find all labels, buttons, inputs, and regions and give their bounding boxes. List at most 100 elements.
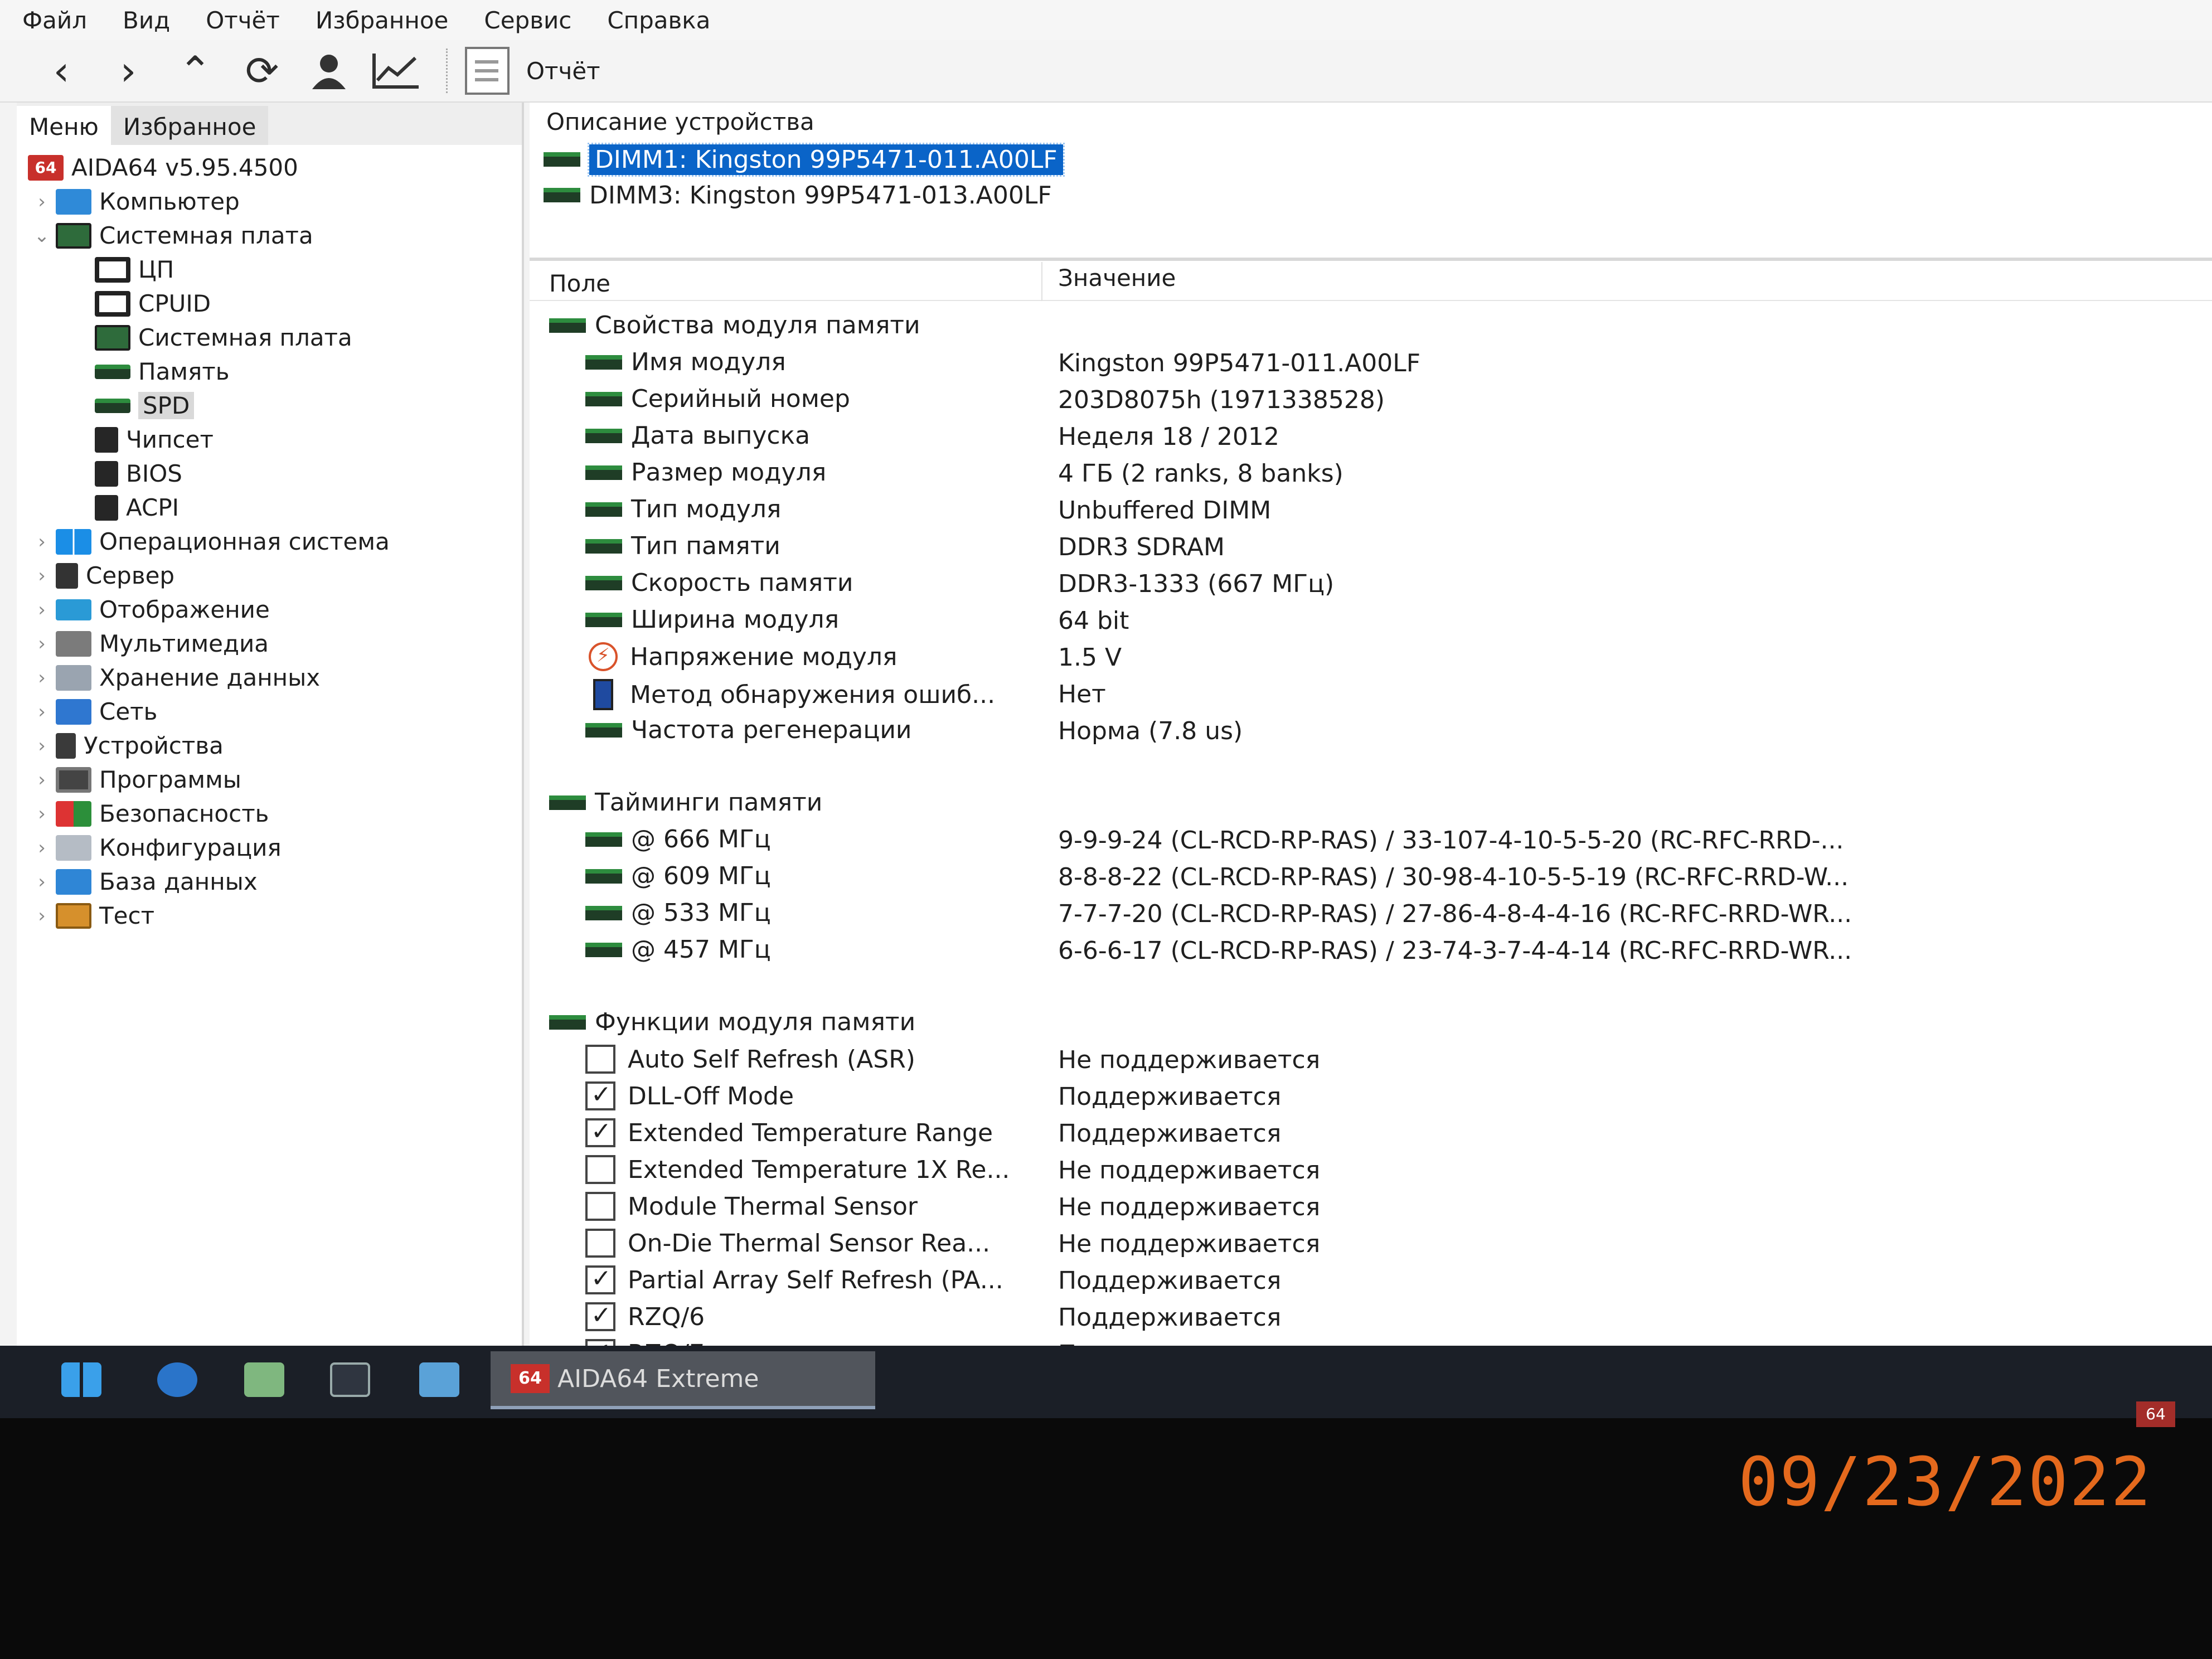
section-header[interactable]: Функции модуля памяти — [530, 1003, 2212, 1040]
user-icon[interactable] — [295, 43, 362, 99]
screen: Файл Вид Отчёт Избранное Сервис Справка … — [0, 0, 2212, 1427]
property-field-label: Тип памяти — [631, 532, 780, 560]
expand-arrow-icon[interactable]: › — [28, 701, 56, 723]
expand-arrow-icon[interactable]: › — [28, 803, 56, 825]
property-row[interactable]: @ 533 МГц 7-7-7-20 (CL-RCD-RP-RAS) / 27-8… — [530, 894, 2212, 931]
tree-item[interactable]: Память — [17, 355, 522, 389]
expand-arrow-icon[interactable]: › — [28, 735, 56, 757]
expand-arrow-icon[interactable]: › — [28, 599, 56, 621]
expand-arrow-icon[interactable]: › — [28, 191, 56, 213]
tree-item[interactable]: › Конфигурация — [17, 831, 522, 865]
property-row[interactable]: Размер модуля 4 ГБ (2 ranks, 8 banks) — [530, 454, 2212, 491]
tree-item[interactable]: › Хранение данных — [17, 661, 522, 695]
device-description-header: Описание устройства — [546, 108, 814, 135]
taskbar-aida64-button[interactable]: 64 AIDA64 Extreme — [491, 1351, 875, 1409]
up-arrow-icon[interactable]: ⌃ — [162, 43, 229, 99]
property-row[interactable]: Метод обнаружения ошиб... Нет — [530, 675, 2212, 711]
chart-icon[interactable] — [362, 43, 429, 99]
property-row[interactable]: @ 457 МГц 6-6-6-17 (CL-RCD-RP-RAS) / 23-7… — [530, 931, 2212, 968]
chip-icon — [95, 256, 130, 283]
property-row[interactable]: Extended Temperature 1X Re... Не поддержи… — [530, 1151, 2212, 1187]
tree-item[interactable]: › Компьютер — [17, 185, 522, 219]
property-row[interactable]: Extended Temperature Range Поддерживается — [530, 1114, 2212, 1151]
property-row[interactable]: Частота регенерации Норма (7.8 us) — [530, 711, 2212, 748]
menu-report[interactable]: Отчёт — [206, 7, 280, 34]
aida64-icon: 64 — [511, 1364, 550, 1393]
menu-file[interactable]: Файл — [22, 7, 87, 34]
tree-item[interactable]: › Безопасность — [17, 797, 522, 831]
expand-arrow-icon[interactable]: › — [28, 531, 56, 553]
column-separator[interactable] — [1041, 262, 1042, 301]
forward-arrow-icon[interactable]: › — [95, 43, 162, 99]
tree-item[interactable]: › Отображение — [17, 593, 522, 627]
tree-item[interactable]: › Операционная система — [17, 525, 522, 559]
property-row[interactable]: Имя модуля Kingston 99P5471-011.A00LF — [530, 343, 2212, 380]
menu-service[interactable]: Сервис — [484, 7, 571, 34]
tree-item[interactable]: BIOS — [17, 457, 522, 491]
tree-item[interactable]: › Сервер — [17, 559, 522, 593]
report-icon[interactable] — [465, 47, 510, 95]
menu-favorites[interactable]: Избранное — [316, 7, 449, 34]
property-row[interactable]: @ 666 МГц 9-9-9-24 (CL-RCD-RP-RAS) / 33-1… — [530, 821, 2212, 857]
tree-item[interactable]: Системная плата — [17, 321, 522, 355]
property-field-label: Имя модуля — [631, 348, 786, 376]
tree-item[interactable]: › Тест — [17, 899, 522, 933]
refresh-icon[interactable]: ⟳ — [229, 43, 295, 99]
tree-item[interactable]: ЦП — [17, 253, 522, 287]
tab-menu[interactable]: Меню — [17, 106, 111, 145]
property-row[interactable]: Скорость памяти DDR3-1333 (667 МГц) — [530, 564, 2212, 601]
property-row[interactable]: Напряжение модуля 1.5 V — [530, 638, 2212, 675]
property-row[interactable]: Auto Self Refresh (ASR) Не поддерживается — [530, 1040, 2212, 1077]
expand-arrow-icon[interactable]: › — [28, 667, 56, 689]
tree-item[interactable]: SPD — [17, 389, 522, 423]
dark-icon — [95, 460, 118, 487]
property-row[interactable]: @ 609 МГц 8-8-8-22 (CL-RCD-RP-RAS) / 30-9… — [530, 857, 2212, 894]
property-row[interactable]: On-Die Thermal Sensor Rea... Не поддержив… — [530, 1224, 2212, 1261]
expand-arrow-icon[interactable]: › — [28, 565, 56, 587]
expand-arrow-icon[interactable]: › — [28, 837, 56, 859]
terminal-icon[interactable] — [330, 1362, 370, 1397]
store-icon[interactable] — [419, 1362, 459, 1397]
expand-arrow-icon[interactable]: › — [28, 905, 56, 927]
expand-arrow-icon[interactable]: › — [28, 633, 56, 655]
menu-view[interactable]: Вид — [123, 7, 170, 34]
report-button-label[interactable]: Отчёт — [526, 57, 600, 85]
tree-item[interactable]: ⌄ Системная плата — [17, 219, 522, 253]
property-row[interactable]: Серийный номер 203D8075h (1971338528) — [530, 380, 2212, 417]
device-item[interactable]: DIMM3: Kingston 99P5471-013.A00LF — [544, 177, 1063, 213]
property-row[interactable]: Ширина модуля 64 bit — [530, 601, 2212, 638]
expand-arrow-icon[interactable]: › — [28, 871, 56, 893]
section-header[interactable]: Свойства модуля памяти — [530, 307, 2212, 343]
tree-item[interactable]: ACPI — [17, 491, 522, 525]
property-row[interactable]: Тип модуля Unbuffered DIMM — [530, 491, 2212, 527]
tree-item[interactable]: CPUID — [17, 287, 522, 321]
property-row[interactable]: Module Thermal Sensor Не поддерживается — [530, 1187, 2212, 1224]
tree-item[interactable]: › Мультимедиа — [17, 627, 522, 661]
expand-arrow-icon[interactable]: › — [28, 769, 56, 791]
start-icon[interactable] — [61, 1362, 101, 1397]
tab-favorites[interactable]: Избранное — [110, 106, 269, 145]
explorer-icon[interactable] — [244, 1362, 284, 1397]
column-value[interactable]: Значение — [1058, 264, 1176, 292]
tree-item[interactable]: › Устройства — [17, 729, 522, 763]
tree-item[interactable]: › База данных — [17, 865, 522, 899]
collapse-arrow-icon[interactable]: ⌄ — [28, 225, 56, 247]
column-field[interactable]: Поле — [549, 270, 610, 297]
section-header[interactable]: Тайминги памяти — [530, 784, 2212, 821]
tree-item[interactable]: 64 AIDA64 v5.95.4500 — [17, 151, 522, 185]
tree-item[interactable]: › Программы — [17, 763, 522, 797]
memory-module-icon — [585, 612, 622, 627]
device-item[interactable]: DIMM1: Kingston 99P5471-011.A00LF — [544, 142, 1065, 177]
property-row[interactable]: Тип памяти DDR3 SDRAM — [530, 527, 2212, 564]
property-row[interactable]: RZQ/6 Поддерживается — [530, 1298, 2212, 1335]
browser-icon[interactable] — [157, 1362, 197, 1397]
tree-item[interactable]: Чипсет — [17, 423, 522, 457]
property-row[interactable]: Дата выпуска Неделя 18 / 2012 — [530, 417, 2212, 454]
pane-splitter[interactable] — [530, 258, 2212, 261]
tree-item[interactable]: › Сеть — [17, 695, 522, 729]
back-arrow-icon[interactable]: ‹ — [28, 43, 95, 99]
tray-aida64-icon[interactable]: 64 — [2136, 1401, 2175, 1427]
property-row[interactable]: DLL-Off Mode Поддерживается — [530, 1077, 2212, 1114]
property-row[interactable]: Partial Array Self Refresh (PA... Поддерж… — [530, 1261, 2212, 1298]
menu-help[interactable]: Справка — [607, 7, 710, 34]
